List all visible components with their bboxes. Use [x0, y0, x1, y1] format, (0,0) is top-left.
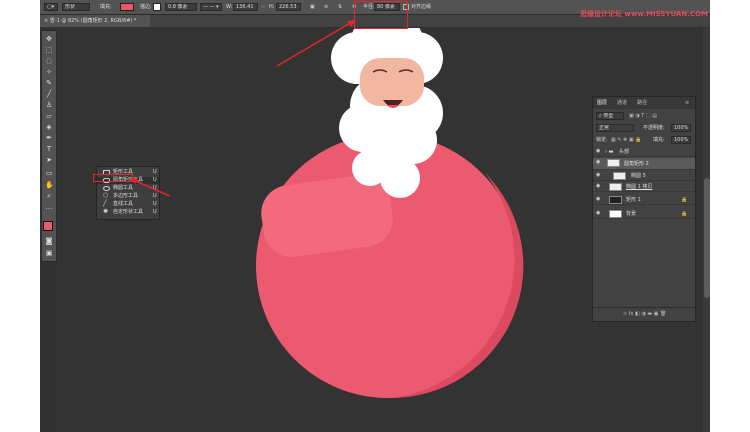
- watermark: 思缘设计论坛 www.MISSYUAN.COM: [580, 10, 708, 18]
- arrow-to-radius: [276, 21, 353, 67]
- arrow-to-rounded-rect: [132, 179, 171, 197]
- annotation-arrows: [129, 20, 356, 197]
